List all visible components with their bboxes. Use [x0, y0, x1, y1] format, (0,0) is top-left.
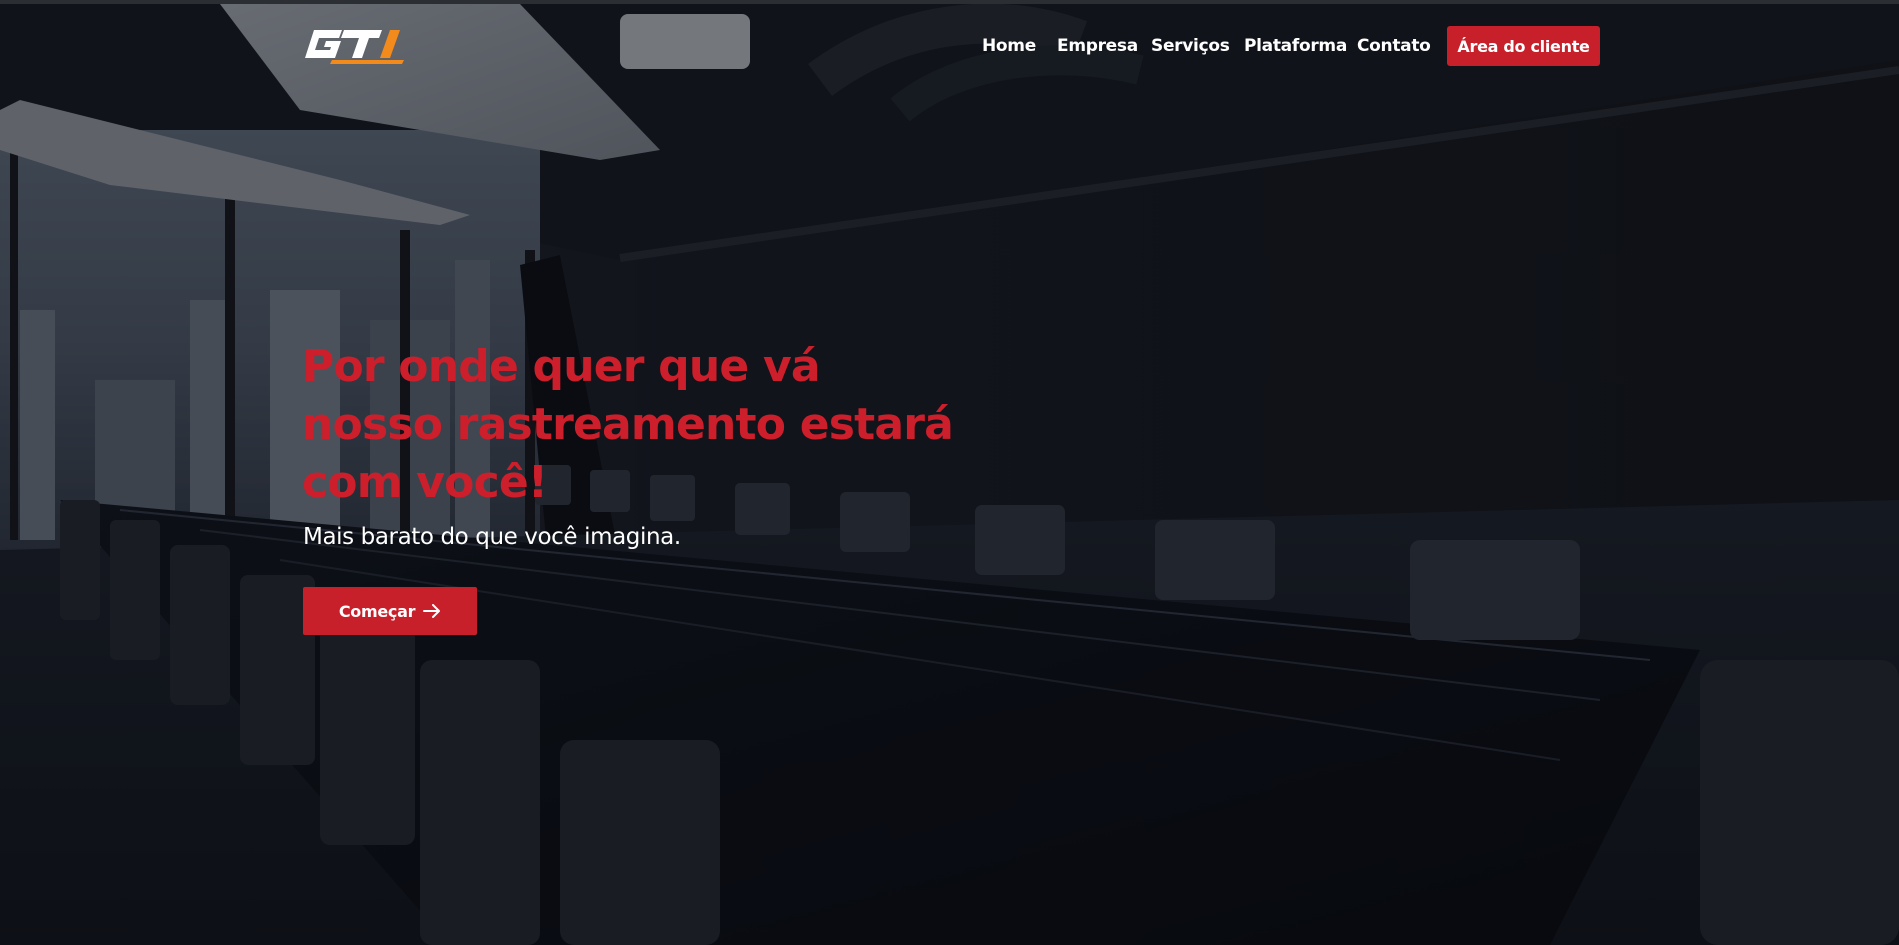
hero-subtitle: Mais barato do que você imagina.	[303, 524, 681, 550]
start-button-label: Começar	[338, 601, 416, 621]
nav-item-contato[interactable]: Contato	[1357, 36, 1431, 56]
nav-item-plataforma[interactable]: Plataforma	[1244, 36, 1347, 56]
brand-logo[interactable]	[302, 28, 410, 64]
nav-item-empresa[interactable]: Empresa	[1057, 36, 1138, 56]
start-button[interactable]: Começar	[303, 587, 477, 635]
nav-item-home[interactable]: Home	[982, 36, 1036, 56]
gti-logo-icon	[305, 30, 404, 64]
arrow-right-icon	[423, 604, 441, 618]
client-area-button[interactable]: Área do cliente	[1447, 26, 1600, 66]
site-header: Home Empresa Serviços Plataforma Contato…	[0, 4, 1899, 84]
hero-title: Por onde quer que vá nosso rastreamento …	[302, 341, 954, 508]
nav-item-servicos[interactable]: Serviços	[1151, 36, 1230, 56]
landing-page: Home Empresa Serviços Plataforma Contato…	[0, 0, 1899, 945]
